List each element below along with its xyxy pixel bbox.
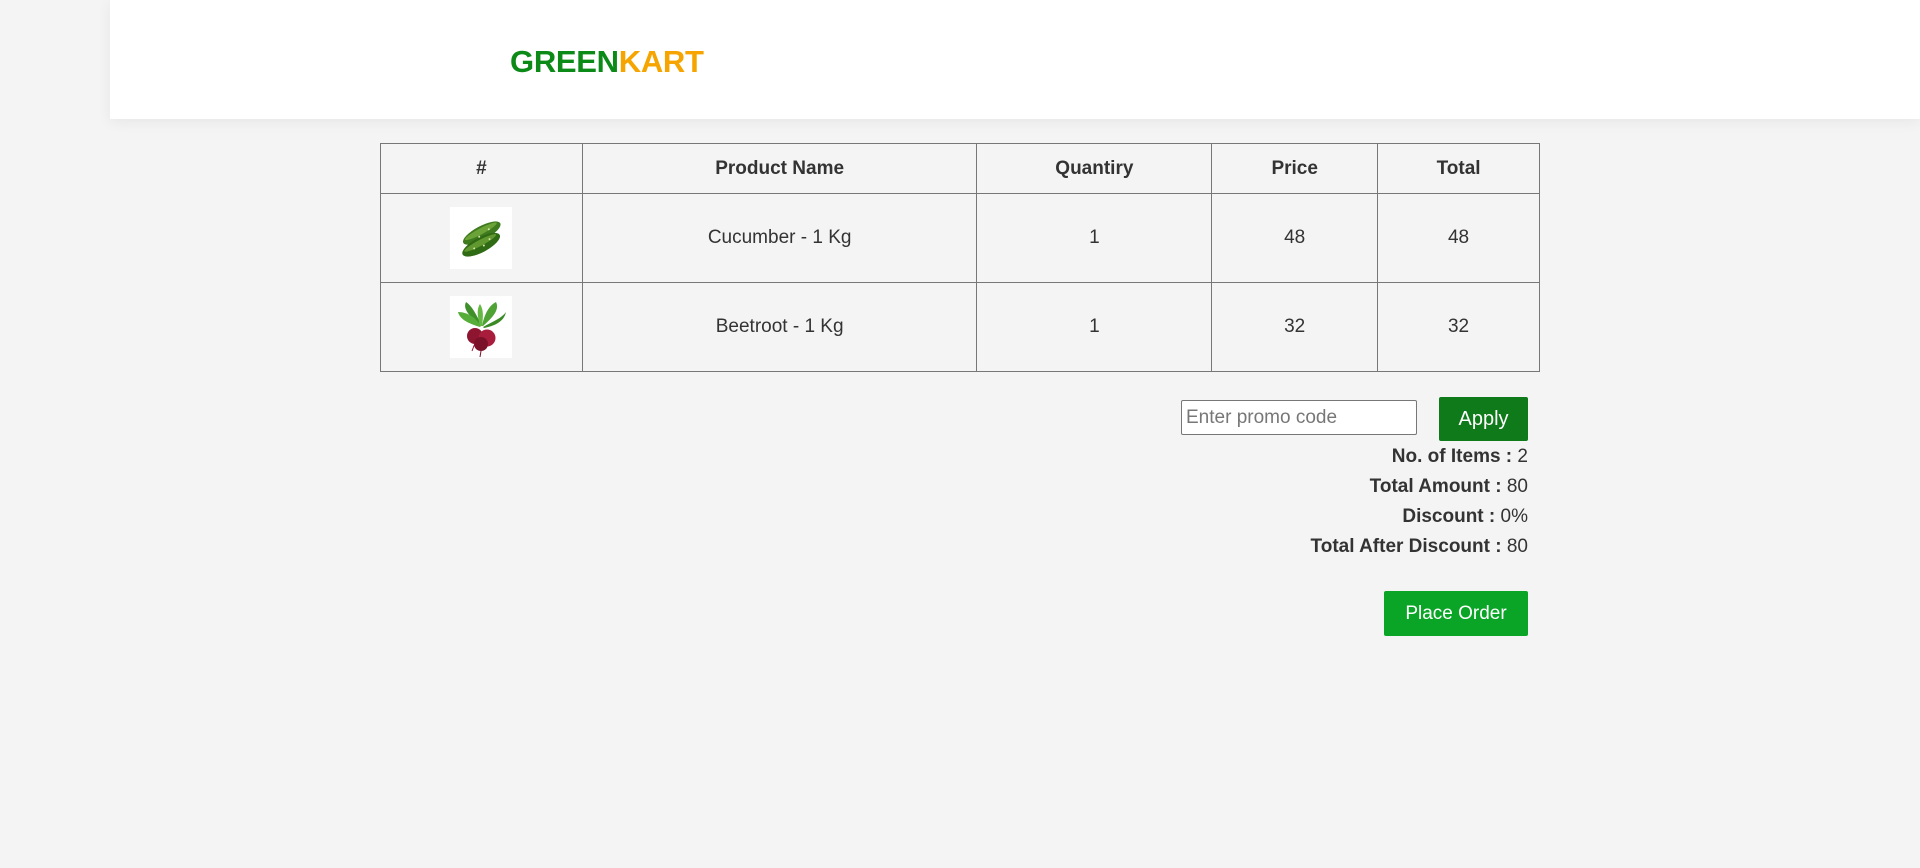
items-value: 2 xyxy=(1517,446,1528,467)
product-name-cell: Beetroot - 1 Kg xyxy=(581,282,978,372)
brand-logo-green: GREEN xyxy=(510,44,619,79)
column-header-number: # xyxy=(380,143,583,194)
place-order-button[interactable]: Place Order xyxy=(1384,591,1528,636)
table-row: Cucumber - 1 Kg 1 48 48 xyxy=(380,193,1540,283)
total-amount-value: 80 xyxy=(1506,476,1528,497)
promo-code-input[interactable] xyxy=(1181,400,1417,435)
discount-value: 0% xyxy=(1500,506,1528,527)
order-summary: No. of Items : 2 Total Amount : 80 Disco… xyxy=(1311,442,1528,562)
site-header: GREENKART xyxy=(110,0,1920,119)
beetroot-image xyxy=(450,296,513,358)
summary-after-discount-row: Total After Discount : 80 xyxy=(1311,532,1528,562)
total-after-discount-label: Total After Discount : xyxy=(1310,536,1502,557)
total-amount-label: Total Amount : xyxy=(1369,476,1502,497)
items-label: No. of Items : xyxy=(1391,446,1513,467)
column-header-total: Total xyxy=(1377,143,1540,194)
cart-table: # Product Name Quantiry Price Total Cucu… xyxy=(380,143,1540,372)
total-after-discount-value: 80 xyxy=(1506,536,1528,557)
column-header-product-name: Product Name xyxy=(581,143,978,194)
summary-amount-row: Total Amount : 80 xyxy=(1311,472,1528,502)
brand-logo-kart: KART xyxy=(618,44,704,79)
apply-promo-button[interactable]: Apply xyxy=(1439,397,1528,441)
column-header-price: Price xyxy=(1211,143,1379,194)
total-cell: 32 xyxy=(1377,282,1540,372)
price-cell: 32 xyxy=(1211,282,1379,372)
price-cell: 48 xyxy=(1211,193,1379,283)
product-image-cell xyxy=(380,282,583,372)
brand-logo[interactable]: GREENKART xyxy=(510,44,704,80)
column-header-quantity: Quantiry xyxy=(976,143,1213,194)
summary-items-row: No. of Items : 2 xyxy=(1311,442,1528,472)
discount-label: Discount : xyxy=(1402,506,1496,527)
total-cell: 48 xyxy=(1377,193,1540,283)
product-image-cell xyxy=(380,193,583,283)
table-row: Beetroot - 1 Kg 1 32 32 xyxy=(380,282,1540,372)
summary-discount-row: Discount : 0% xyxy=(1311,502,1528,532)
product-name-cell: Cucumber - 1 Kg xyxy=(581,193,978,283)
table-header-row: # Product Name Quantiry Price Total xyxy=(380,143,1540,194)
cucumber-image xyxy=(450,207,513,269)
quantity-cell: 1 xyxy=(976,193,1213,283)
quantity-cell: 1 xyxy=(976,282,1213,372)
